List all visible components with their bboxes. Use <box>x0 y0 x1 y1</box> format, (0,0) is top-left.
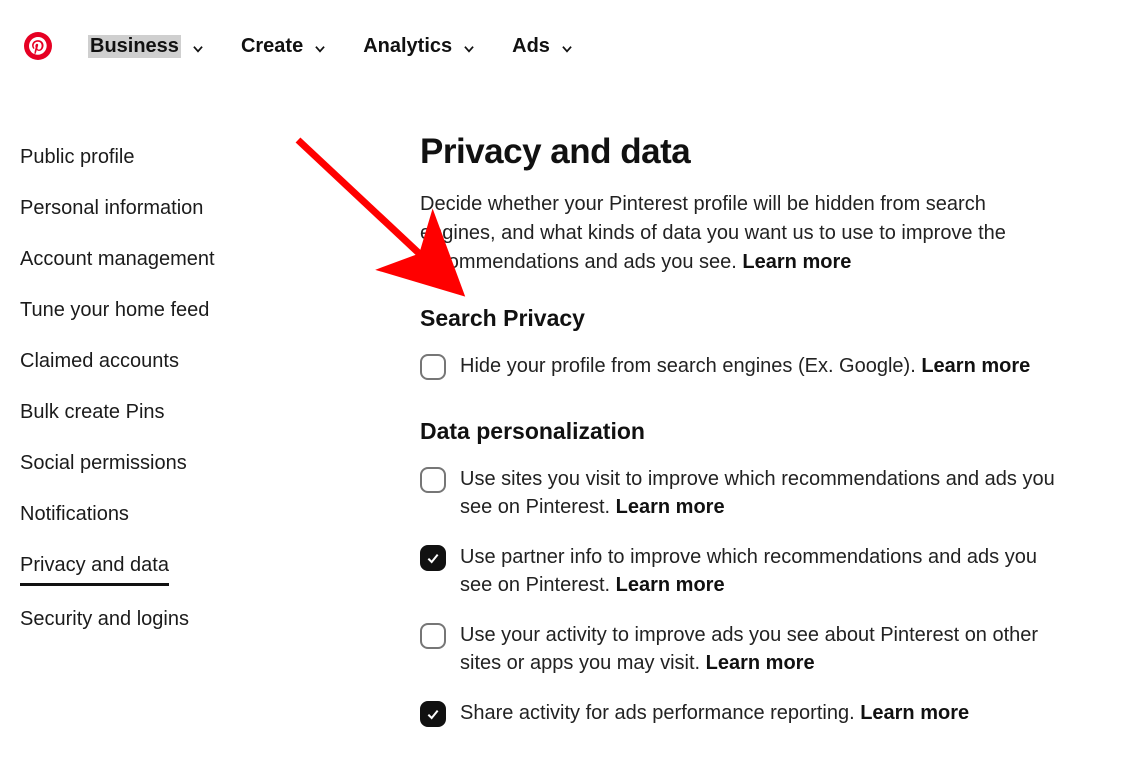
option-text: Use sites you visit to improve which rec… <box>460 465 1060 521</box>
section-search-privacy: Search Privacy <box>420 305 1060 332</box>
section-data-personalization: Data personalization <box>420 418 1060 445</box>
nav-label: Create <box>241 35 303 58</box>
option-text: Use partner info to improve which recomm… <box>460 543 1060 599</box>
option-partner-info: Use partner info to improve which recomm… <box>420 543 1060 599</box>
sidebar-item-privacy-data[interactable]: Privacy and data <box>20 540 169 586</box>
chevron-down-icon <box>462 39 476 53</box>
nav-ads[interactable]: Ads <box>512 35 574 58</box>
option-sites-you-visit: Use sites you visit to improve which rec… <box>420 465 1060 521</box>
learn-more-link[interactable]: Learn more <box>860 702 969 724</box>
settings-sidebar: Public profile Personal information Acco… <box>20 132 420 749</box>
sidebar-item-notifications[interactable]: Notifications <box>20 489 129 540</box>
option-hide-profile: Hide your profile from search engines (E… <box>420 352 1060 380</box>
option-your-activity: Use your activity to improve ads you see… <box>420 621 1060 677</box>
option-text: Use your activity to improve ads you see… <box>460 621 1060 677</box>
settings-main: Privacy and data Decide whether your Pin… <box>420 132 1060 749</box>
learn-more-link[interactable]: Learn more <box>616 496 725 518</box>
option-text: Share activity for ads performance repor… <box>460 699 969 727</box>
chevron-down-icon <box>313 39 327 53</box>
pinterest-logo-icon[interactable] <box>24 32 52 60</box>
learn-more-link[interactable]: Learn more <box>742 251 851 273</box>
nav-label: Business <box>88 35 181 58</box>
nav-create[interactable]: Create <box>241 35 327 58</box>
sidebar-item-account-management[interactable]: Account management <box>20 234 215 285</box>
chevron-down-icon <box>560 39 574 53</box>
top-nav: Business Create Analytics Ads <box>0 0 1136 72</box>
option-text: Hide your profile from search engines (E… <box>460 352 1030 380</box>
nav-business[interactable]: Business <box>88 35 205 58</box>
sidebar-item-social-permissions[interactable]: Social permissions <box>20 438 187 489</box>
sidebar-item-bulk-create-pins[interactable]: Bulk create Pins <box>20 387 165 438</box>
sidebar-item-personal-information[interactable]: Personal information <box>20 183 203 234</box>
checkbox-partner-info[interactable] <box>420 545 446 571</box>
nav-label: Analytics <box>363 35 452 58</box>
sidebar-item-security-logins[interactable]: Security and logins <box>20 594 189 645</box>
page-title: Privacy and data <box>420 132 1060 172</box>
checkbox-hide-profile[interactable] <box>420 354 446 380</box>
nav-analytics[interactable]: Analytics <box>363 35 476 58</box>
learn-more-link[interactable]: Learn more <box>616 574 725 596</box>
option-share-activity: Share activity for ads performance repor… <box>420 699 1060 727</box>
checkbox-your-activity[interactable] <box>420 623 446 649</box>
learn-more-link[interactable]: Learn more <box>921 355 1030 377</box>
checkbox-sites-you-visit[interactable] <box>420 467 446 493</box>
chevron-down-icon <box>191 39 205 53</box>
sidebar-item-claimed-accounts[interactable]: Claimed accounts <box>20 336 179 387</box>
sidebar-item-public-profile[interactable]: Public profile <box>20 132 135 183</box>
page-description: Decide whether your Pinterest profile wi… <box>420 190 1060 277</box>
sidebar-item-tune-home-feed[interactable]: Tune your home feed <box>20 285 209 336</box>
checkbox-share-activity[interactable] <box>420 701 446 727</box>
nav-label: Ads <box>512 35 550 58</box>
learn-more-link[interactable]: Learn more <box>706 652 815 674</box>
